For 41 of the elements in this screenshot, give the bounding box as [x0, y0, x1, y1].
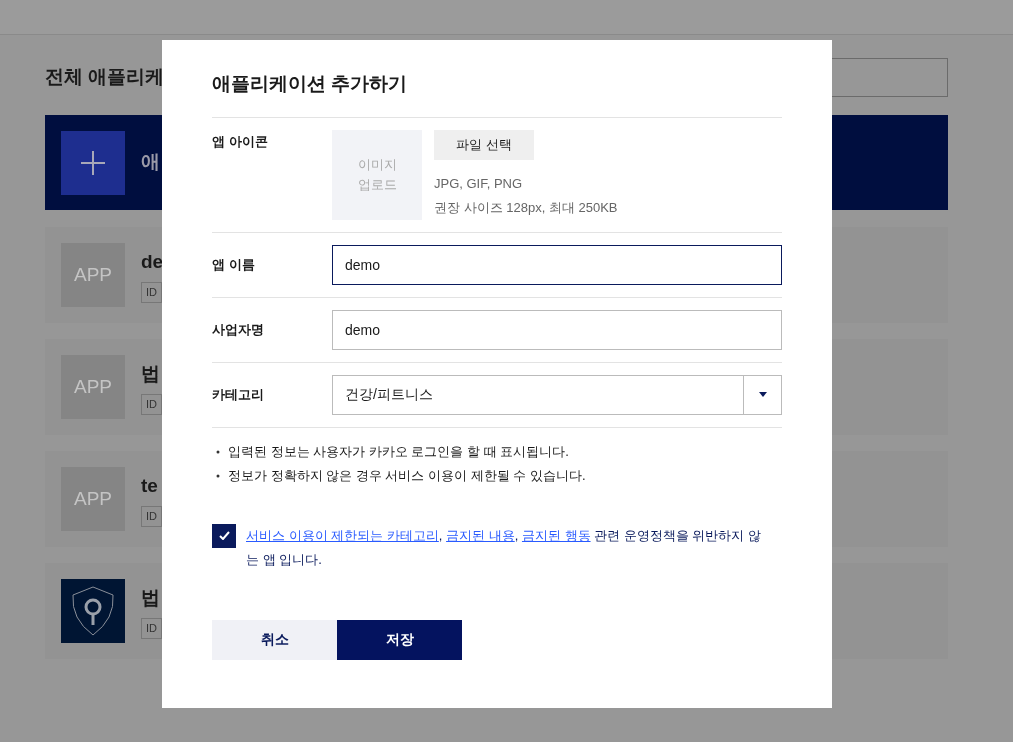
bullet-icon [216, 473, 220, 478]
shield-icon [61, 579, 125, 643]
plus-icon [61, 130, 125, 195]
policy-link[interactable]: 금지된 내용 [446, 527, 515, 543]
field-label: 앱 아이콘 [212, 132, 269, 151]
field-label: 앱 이름 [212, 255, 256, 274]
bullet-icon [216, 449, 220, 454]
field-label: 카테고리 [212, 385, 265, 404]
hint-text: JPG, GIF, PNG [434, 174, 524, 193]
id-badge: ID [141, 394, 162, 415]
add-app-label: 애 [141, 150, 160, 175]
text-input[interactable]: demo [332, 244, 782, 285]
hint-text: 권장 사이즈 128px, 최대 250KB [434, 198, 618, 217]
dropdown-icon [758, 392, 767, 397]
id-badge: ID [141, 506, 162, 527]
app-icon: APP [61, 355, 125, 419]
note-text: 정보가 정확하지 않은 경우 서비스 이용이 제한될 수 있습니다. [228, 466, 586, 485]
app-icon: APP [61, 243, 125, 307]
agreement-text: 서비스 이용이 제한되는 카테고리, 금지된 내용, 금지된 행동 관련 운영정책을 위반하지 않는 앱 입니다. [246, 526, 762, 569]
app-name: 법 [141, 585, 161, 610]
id-badge: ID [141, 618, 162, 639]
app-name: te [141, 473, 159, 498]
file-select-button[interactable]: 파일 선택 [434, 129, 534, 160]
app-name: de [141, 249, 164, 274]
cancel-button[interactable]: 취소 [212, 619, 337, 660]
category-select[interactable]: 건강/피트니스 [332, 374, 782, 415]
app-icon: APP [61, 467, 125, 531]
dialog-title: 애플리케이션 추가하기 [212, 70, 782, 118]
policy-link[interactable]: 금지된 행동 [521, 527, 591, 543]
page-title: 전체 애플리케 [45, 64, 165, 89]
save-button[interactable]: 저장 [337, 619, 462, 660]
note-text: 입력된 정보는 사용자가 카카오 로그인을 할 때 표시됩니다. [228, 442, 569, 461]
field-label: 사업자명 [212, 320, 265, 339]
upload-text: 업로드 [357, 175, 397, 194]
id-badge: ID [141, 282, 162, 303]
upload-text: 이미지 [357, 155, 397, 174]
check-icon [218, 531, 230, 540]
checkbox[interactable] [212, 523, 236, 548]
policy-link[interactable]: 서비스 이용이 제한되는 카테고리 [246, 527, 439, 543]
app-name: 법 [141, 361, 161, 386]
text-input[interactable]: demo [332, 309, 782, 350]
